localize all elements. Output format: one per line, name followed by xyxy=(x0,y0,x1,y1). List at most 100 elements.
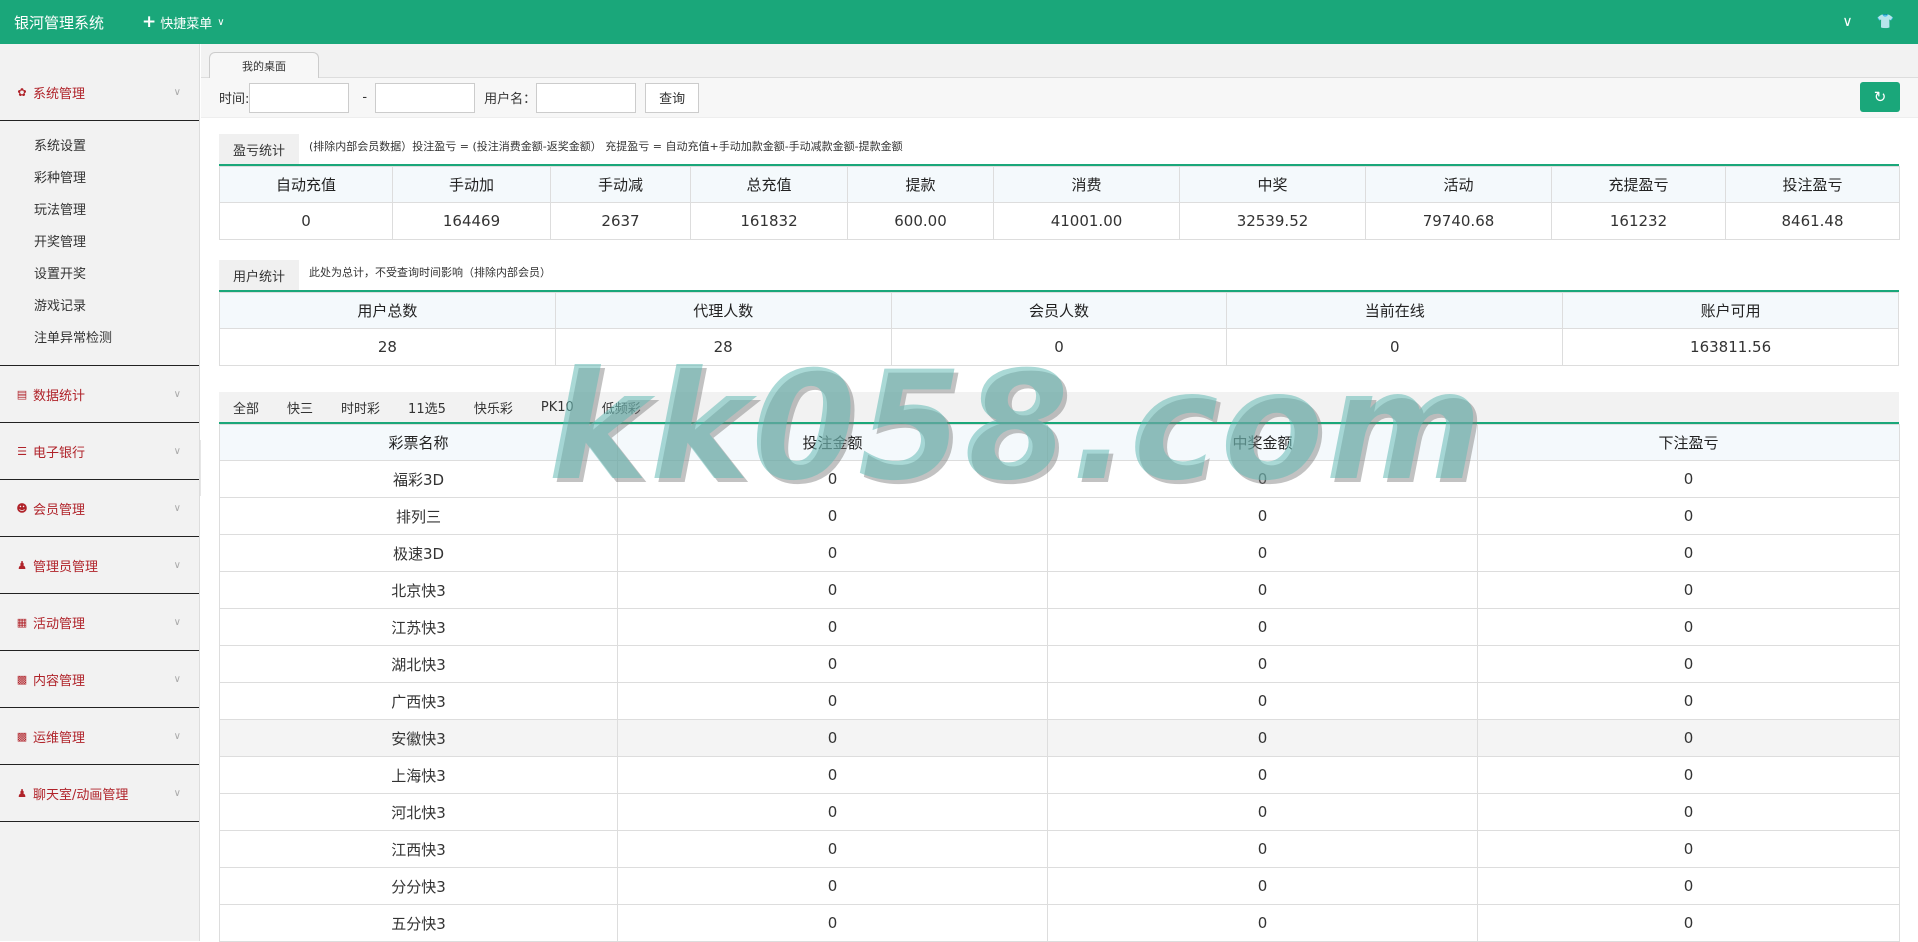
lottery-filter-tab[interactable]: 低频彩 xyxy=(588,392,655,422)
refresh-button[interactable]: ↻ xyxy=(1860,82,1900,112)
menu-chat-animation[interactable]: ♟ 聊天室/动画管理 ∨ xyxy=(0,765,199,821)
chevron-down-icon: ∨ xyxy=(217,16,225,28)
lottery-header-cell: 彩票名称 xyxy=(219,424,618,461)
table-cell: 0 xyxy=(617,645,1048,683)
profit-header-cell: 活动 xyxy=(1365,166,1552,203)
table-row: 上海快3 0 0 0 xyxy=(219,756,1900,794)
shirt-icon[interactable]: 👕 xyxy=(1877,14,1894,30)
table-row: 湖北快3 0 0 0 xyxy=(219,645,1900,683)
profit-value-cell: 164469 xyxy=(392,202,551,240)
lottery-header-cell: 下注盈亏 xyxy=(1477,424,1900,461)
table-cell: 0 xyxy=(617,608,1048,646)
table-cell: 0 xyxy=(617,904,1048,942)
menu-label: 系统管理 xyxy=(33,86,86,102)
list-icon: ☰ xyxy=(17,444,27,458)
table-row: 安徽快3 0 0 0 xyxy=(219,719,1900,757)
table-cell: 福彩3D xyxy=(219,460,618,498)
range-dash: - xyxy=(362,90,368,105)
profit-value-cell: 41001.00 xyxy=(993,202,1180,240)
menu-content-management[interactable]: ▩ 内容管理 ∨ xyxy=(0,651,199,707)
sidebar-item-system-settings[interactable]: 系统设置 xyxy=(0,131,199,163)
menu-group-system: ✿ 系统管理 ∨ 系统设置 彩种管理 玩法管理 开奖管理 设置开奖 游戏记录 注… xyxy=(0,64,199,366)
table-cell: 北京快3 xyxy=(219,571,618,609)
table-cell: 0 xyxy=(1047,904,1478,942)
quick-menu-button[interactable]: + 快捷菜单 ∨ xyxy=(142,12,225,32)
sidebar-item-draw-management[interactable]: 开奖管理 xyxy=(0,227,199,259)
chevron-down-icon: ∨ xyxy=(173,86,181,98)
chevron-down-icon: ∨ xyxy=(173,502,181,514)
menu-ops-management[interactable]: ▩ 运维管理 ∨ xyxy=(0,708,199,764)
sidebar-item-play-methods[interactable]: 玩法管理 xyxy=(0,195,199,227)
table-row: 五分快3 0 0 0 xyxy=(219,904,1900,942)
table-cell: 江苏快3 xyxy=(219,608,618,646)
time-label: 时间: xyxy=(219,92,250,107)
profit-header-cell: 自动充值 xyxy=(219,166,393,203)
lottery-filter-tab[interactable]: 时时彩 xyxy=(327,392,394,422)
menu-system-management[interactable]: ✿ 系统管理 ∨ xyxy=(0,64,199,120)
chevron-down-icon[interactable]: ∨ xyxy=(1842,14,1852,30)
user-stats-value-cell: 28 xyxy=(219,328,556,366)
sidebar-item-order-anomaly[interactable]: 注单异常检测 xyxy=(0,323,199,355)
menu-label: 运维管理 xyxy=(33,730,86,746)
chart-icon: ▤ xyxy=(16,387,28,401)
chevron-down-icon: ∨ xyxy=(173,673,181,685)
chevron-down-icon: ∨ xyxy=(173,559,181,571)
sidebar-item-set-draw[interactable]: 设置开奖 xyxy=(0,259,199,291)
table-cell: 0 xyxy=(1477,793,1900,831)
profit-value-cell: 161232 xyxy=(1551,202,1726,240)
username-input[interactable] xyxy=(536,82,637,113)
lottery-filter-tab[interactable]: 快乐彩 xyxy=(460,392,527,422)
table-row: 北京快3 0 0 0 xyxy=(219,571,1900,609)
profit-header-row: 自动充值 手动加 手动减 总充值 提款 消费 中奖 活动 充提盈亏 投注盈亏 xyxy=(219,166,1900,203)
menu-activity-management[interactable]: ▦ 活动管理 ∨ xyxy=(0,594,199,650)
table-cell: 0 xyxy=(1047,830,1478,868)
menu-label: 活动管理 xyxy=(33,616,86,632)
table-cell: 0 xyxy=(617,756,1048,794)
chevron-down-icon: ∨ xyxy=(173,616,181,628)
table-row: 广西快3 0 0 0 xyxy=(219,682,1900,720)
lottery-filter-tab[interactable]: PK10 xyxy=(527,392,588,422)
user-stats-header-cell: 代理人数 xyxy=(554,292,892,329)
table-cell: 0 xyxy=(617,571,1048,609)
table-cell: 0 xyxy=(1477,682,1900,720)
user-stats-tab[interactable]: 用户统计 xyxy=(219,260,300,290)
lottery-filter-tab[interactable]: 11选5 xyxy=(394,392,460,422)
menu-admin-management[interactable]: ♟ 管理员管理 ∨ xyxy=(0,537,199,593)
table-cell: 0 xyxy=(1477,830,1900,868)
admin-icon: ♟ xyxy=(17,558,27,572)
lottery-filter-tab[interactable]: 快三 xyxy=(273,392,327,422)
table-cell: 湖北快3 xyxy=(219,645,618,683)
table-cell: 0 xyxy=(1047,497,1478,535)
table-cell: 0 xyxy=(617,719,1048,757)
table-cell: 0 xyxy=(1477,867,1900,905)
table-cell: 0 xyxy=(1477,608,1900,646)
profit-tab[interactable]: 盈亏统计 xyxy=(219,134,300,164)
end-time-input[interactable] xyxy=(375,82,476,113)
tab-my-desktop[interactable]: 我的桌面 xyxy=(209,52,319,78)
top-bar: 银河管理系统 + 快捷菜单 ∨ ∨ 👕 xyxy=(0,0,1918,44)
profit-value-cell: 8461.48 xyxy=(1725,202,1900,240)
table-cell: 0 xyxy=(1047,793,1478,831)
menu-member-management[interactable]: ☻ 会员管理 ∨ xyxy=(0,480,199,536)
table-cell: 0 xyxy=(1047,719,1478,757)
sidebar-item-lottery-types[interactable]: 彩种管理 xyxy=(0,163,199,195)
table-cell: 排列三 xyxy=(219,497,618,535)
table-cell: 0 xyxy=(617,497,1048,535)
lottery-filter-tab[interactable]: 全部 xyxy=(219,392,273,422)
table-cell: 0 xyxy=(1477,497,1900,535)
query-button[interactable]: 查询 xyxy=(645,82,700,113)
quick-menu-label: 快捷菜单 xyxy=(160,16,213,32)
filter-bar: 时间: - 用户名： 查询 xyxy=(201,78,1918,118)
profit-value-cell: 0 xyxy=(219,202,393,240)
app-title: 银河管理系统 xyxy=(14,13,105,32)
start-time-input[interactable] xyxy=(249,82,350,113)
table-cell: 0 xyxy=(1047,645,1478,683)
menu-label: 电子银行 xyxy=(33,445,86,461)
profit-header-cell: 提款 xyxy=(847,166,994,203)
table-cell: 河北快3 xyxy=(219,793,618,831)
menu-data-statistics[interactable]: ▤ 数据统计 ∨ xyxy=(0,366,199,422)
table-cell: 广西快3 xyxy=(219,682,618,720)
menu-e-bank[interactable]: ☰ 电子银行 ∨ xyxy=(0,423,199,479)
table-cell: 0 xyxy=(1047,571,1478,609)
sidebar-item-game-records[interactable]: 游戏记录 xyxy=(0,291,199,323)
